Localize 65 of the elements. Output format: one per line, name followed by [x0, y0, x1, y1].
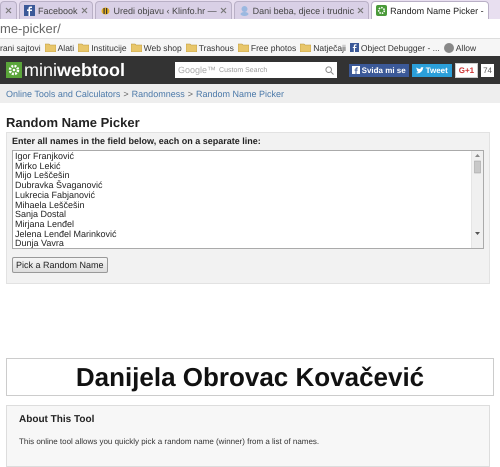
bookmark-item[interactable]: Trashous — [198, 42, 234, 52]
bookmark-item[interactable]: Free photos — [250, 42, 296, 52]
bookmark-item[interactable]: Natječaji — [313, 42, 346, 52]
name-line: Sanja Dostal — [15, 210, 68, 220]
avatar-icon — [444, 42, 454, 52]
folder-icon — [44, 43, 56, 52]
tab-title: Facebook — [38, 6, 78, 16]
name-line: Mirjana Lenđel — [15, 220, 76, 230]
name-line: Mirko Lekić — [15, 162, 61, 172]
close-icon[interactable] — [80, 7, 88, 14]
browser-tab[interactable]: Facebook — [19, 1, 93, 19]
name-line: Dubravka Švaganović — [15, 181, 104, 191]
gear-icon — [376, 5, 388, 16]
breadcrumb-separator: > — [188, 88, 193, 98]
bookmark-item[interactable]: Institucije — [91, 42, 127, 52]
address-text[interactable]: me-picker/ — [0, 21, 61, 36]
about-title: About This Tool — [19, 414, 96, 425]
field-label: Enter all names in the field below, each on a separate line: — [12, 136, 262, 146]
about-text: This online tool allows you quickly pick a random name (winner) from a list of names. — [19, 437, 320, 446]
bookmark-item[interactable]: Alati — [58, 42, 74, 52]
name-line: Mihaela Leščešin — [15, 200, 85, 210]
like-button[interactable]: Sviđa mi se — [348, 64, 409, 76]
names-field[interactable]: Igor Franjković Mirko Lekić Mijo Leščešin Dubravka Švaganović Lukrecia Fabjanović Mihaela Leščešin Sanja Dostal Mirjana Lenđel Jelena Lenđel Marinković Dunja Vavra — [12, 150, 484, 249]
facebook-icon — [350, 43, 359, 52]
pick-button[interactable]: Pick a Random Name — [12, 257, 108, 273]
page-title: Random Name Picker — [6, 115, 141, 130]
browser-tab[interactable]: Dani beba, djece i trudnic — [234, 1, 370, 19]
tab-title: Random Name Picker - — [390, 6, 484, 16]
folder-icon — [238, 43, 249, 52]
breadcrumb-link[interactable]: Randomness — [132, 88, 185, 98]
gear-icon — [6, 62, 22, 78]
browser-tab[interactable]: Uredi objavu ‹ Klinfo.hr — — [94, 1, 232, 19]
bookmark-item[interactable]: Web shop — [144, 42, 182, 52]
bookmark-item[interactable]: Object Debugger - ... — [360, 42, 440, 52]
search-icon[interactable] — [325, 66, 334, 74]
name-line: Jelena Lenđel Marinković — [15, 230, 118, 240]
facebook-icon — [24, 5, 35, 16]
breadcrumb-link[interactable]: Online Tools and Calculators — [6, 88, 120, 98]
breadcrumb-separator: > — [123, 88, 129, 98]
bird-icon — [416, 66, 424, 74]
google-plus-button[interactable]: G+1 — [454, 62, 478, 78]
share-count: 74 — [481, 64, 494, 76]
tab-title: Uredi objavu ‹ Klinfo.hr — — [114, 6, 217, 16]
browser-tab[interactable]: Random Name Picker - — [371, 1, 489, 19]
close-icon[interactable] — [220, 7, 227, 14]
name-line: Dunja Vavra — [15, 239, 65, 248]
picked-name: Danijela Obrovac Kovačević — [6, 358, 494, 396]
scrollbar[interactable] — [471, 151, 483, 248]
bee-icon — [100, 5, 111, 16]
folder-icon — [130, 43, 142, 52]
close-icon[interactable] — [5, 7, 12, 14]
close-icon[interactable] — [357, 7, 364, 14]
tab-title: Dani beba, djece i trudnic — [252, 6, 354, 16]
facebook-icon — [352, 66, 360, 74]
bookmark-item[interactable]: rani sajtovi — [0, 42, 41, 52]
browser-tab[interactable] — [0, 1, 17, 19]
name-line: Lukrecia Fabjanović — [15, 190, 96, 201]
folder-icon — [78, 43, 90, 52]
site-logo[interactable]: miniwebtool — [24, 60, 126, 80]
folder-icon — [300, 43, 312, 52]
breadcrumb-link[interactable]: Random Name Picker — [196, 88, 284, 98]
folder-icon — [186, 43, 197, 52]
name-line: Igor Franjković — [15, 152, 76, 162]
name-line: Mijo Leščešin — [15, 171, 70, 180]
bookmark-item[interactable]: Allow — [456, 42, 476, 52]
